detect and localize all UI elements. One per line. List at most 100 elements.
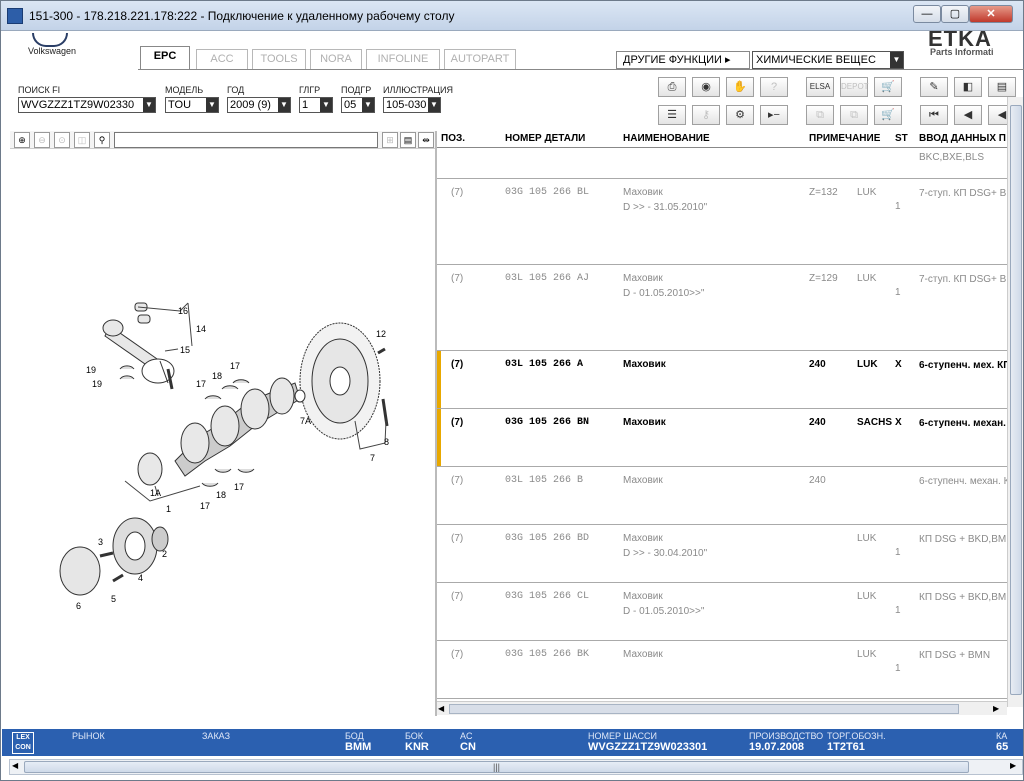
bearing-shell-18b[interactable] [201, 482, 219, 487]
col-part-no[interactable]: НОМЕР ДЕТАЛИ [505, 133, 585, 144]
rod-small-end[interactable] [102, 319, 124, 337]
cart-icon[interactable]: 🛒 [874, 105, 902, 125]
callout-16[interactable]: 16 [178, 306, 188, 316]
list-icon[interactable]: ☰ [658, 105, 686, 125]
elsa-button[interactable]: ELSA [806, 77, 834, 97]
callout-5[interactable]: 5 [111, 594, 116, 604]
other-functions-menu[interactable]: ДРУГИЕ ФУНКЦИИ ▸ [616, 51, 750, 69]
table-row[interactable]: (7) 03G 105 266 BD Маховик D >> - 30.04.201… [437, 525, 1007, 583]
bolt-12[interactable] [377, 347, 386, 355]
vertical-scrollbar[interactable] [1007, 97, 1023, 707]
zoom-in-icon[interactable]: ⊕ [14, 132, 30, 148]
scroll-left-icon[interactable]: ◀ [12, 761, 18, 770]
minimize-button[interactable]: — [913, 5, 941, 23]
bushing-14[interactable] [137, 314, 151, 324]
callout-6[interactable]: 6 [76, 601, 81, 611]
close-button[interactable]: ✕ [969, 5, 1013, 23]
table-row[interactable]: (7) 03G 105 266 CL Маховик D - 01.05.2010>>… [437, 583, 1007, 641]
col-note[interactable]: ПРИМЕЧАНИЕ [809, 133, 880, 144]
flywheel-hub[interactable] [329, 366, 351, 396]
table-row[interactable]: (7) 03G 105 266 BK Маховик LUK 1 КП DSG + BMN [437, 641, 1007, 699]
col-input[interactable]: ВВОД ДАННЫХ П [919, 133, 1006, 144]
key-icon[interactable]: ⚷ [692, 105, 720, 125]
question-icon[interactable]: ? [760, 77, 788, 97]
bolt-3[interactable] [99, 551, 114, 558]
tab-autopart[interactable]: AUTOPART [444, 49, 516, 69]
gear-2[interactable] [151, 526, 169, 552]
bearing-shell-17d[interactable] [237, 468, 255, 473]
illustration-search-input[interactable] [114, 132, 378, 148]
callout-17d[interactable]: 17 [234, 482, 244, 492]
chemicals-select[interactable]: ХИМИЧЕСКИЕ ВЕЩЕС ▼ [752, 51, 904, 69]
pin-icon[interactable]: ✎ [920, 77, 948, 97]
depot-button[interactable]: DEPOT [840, 77, 869, 97]
maximize-button[interactable]: ▢ [941, 5, 969, 23]
table-row[interactable]: BKC,BXE,BLS [437, 149, 1007, 179]
tab-infoline[interactable]: INFOLINE [366, 49, 440, 69]
table-row[interactable]: (7) 03L 105 266 B Маховик 240 6-ступенч. мех… [437, 467, 1007, 525]
table-hscrollbar[interactable]: ◀ ▶ [437, 701, 1007, 715]
bolt-5[interactable] [112, 573, 124, 583]
sub-group-select[interactable]: 05 ▼ [341, 97, 375, 113]
play-minus-icon[interactable]: ▸− [760, 105, 788, 125]
bearing-shell-17b[interactable] [232, 379, 250, 384]
table-row[interactable]: (7) 03L 105 266 AJ Маховик D - 01.05.2010>>… [437, 265, 1007, 351]
callout-3[interactable]: 3 [98, 537, 103, 547]
col-pos[interactable]: ПОЗ. [441, 133, 465, 144]
table-row[interactable]: (7) 03G 105 266 BL Маховик D >> - 31.05.201… [437, 179, 1007, 265]
callout-15[interactable]: 15 [180, 345, 190, 355]
col-st[interactable]: ST [895, 133, 908, 144]
callout-4[interactable]: 4 [138, 573, 143, 583]
doc-icon[interactable]: ▤ [988, 77, 1016, 97]
callout-17a[interactable]: 17 [196, 379, 206, 389]
window-hscrollbar[interactable]: ◀ ||| ▶ [9, 759, 1023, 775]
zoom-fit-icon[interactable]: ⊙ [54, 132, 70, 148]
crank-counterweight-2[interactable] [210, 405, 240, 447]
callout-8[interactable]: 8 [384, 437, 389, 447]
cover-6[interactable] [59, 546, 101, 596]
scroll-left-icon[interactable]: ◀ [438, 704, 444, 713]
layers-icon[interactable]: ⧉ [806, 105, 834, 125]
tab-nora[interactable]: NORA [310, 49, 362, 69]
main-group-select[interactable]: 1 ▼ [299, 97, 333, 113]
table-hscroll-thumb[interactable] [449, 704, 959, 714]
crank-counterweight-1[interactable] [180, 422, 210, 464]
window-hscroll-thumb[interactable]: ||| [24, 761, 969, 773]
callout-19a[interactable]: 19 [86, 365, 96, 375]
bearing-shell-17c[interactable] [214, 468, 232, 473]
first-icon[interactable]: ⏮ [920, 105, 948, 125]
model-select[interactable]: TOU ▼ [165, 97, 219, 113]
bike-icon[interactable]: ⚙ [726, 105, 754, 125]
callout-18a[interactable]: 18 [212, 371, 222, 381]
bearing-shell-17a[interactable] [204, 395, 222, 400]
callout-18b[interactable]: 18 [216, 490, 226, 500]
layers2-icon[interactable]: ⧉ [840, 105, 868, 125]
callout-12[interactable]: 12 [376, 329, 386, 339]
callout-1[interactable]: 1 [166, 504, 171, 514]
scroll-right-icon[interactable]: ▶ [993, 704, 999, 713]
tab-acc[interactable]: ACC [196, 49, 248, 69]
search-icon[interactable]: ⚲ [94, 132, 110, 148]
exploded-view-illustration[interactable]: 16 14 15 19 19 18 17 17 12 7A 8 7 17 18 … [10, 151, 435, 716]
bearing-19b[interactable] [119, 375, 135, 380]
sprocket-1a[interactable] [137, 452, 163, 486]
fi-search-select[interactable]: WVGZZZ1TZ9W02330 ▼ [18, 97, 156, 113]
split-icon[interactable]: ⇹ [418, 132, 434, 148]
table-row[interactable]: (7) 03G 105 266 BN Маховик 240 SACHS X 6-ступе… [437, 409, 1007, 467]
bushing-7a[interactable] [294, 389, 306, 403]
callout-19b[interactable]: 19 [92, 379, 102, 389]
callout-2[interactable]: 2 [162, 549, 167, 559]
tab-tools[interactable]: TOOLS [252, 49, 306, 69]
camera-icon[interactable]: ◉ [692, 77, 720, 97]
cart-add-icon[interactable]: 🛒 [874, 77, 902, 97]
crank-counterweight-4[interactable] [269, 377, 295, 415]
scroll-right-icon[interactable]: ▶ [1010, 761, 1016, 770]
callout-14[interactable]: 14 [196, 324, 206, 334]
mark-icon[interactable]: ⊞ [382, 132, 398, 148]
callout-7[interactable]: 7 [370, 453, 375, 463]
printer-icon[interactable]: ⎙ [658, 77, 686, 97]
handshake-icon[interactable]: ✋ [726, 77, 754, 97]
callout-17c[interactable]: 17 [200, 501, 210, 511]
prev-icon[interactable]: ◀ [954, 105, 982, 125]
zoom-out-icon[interactable]: ⊖ [34, 132, 50, 148]
